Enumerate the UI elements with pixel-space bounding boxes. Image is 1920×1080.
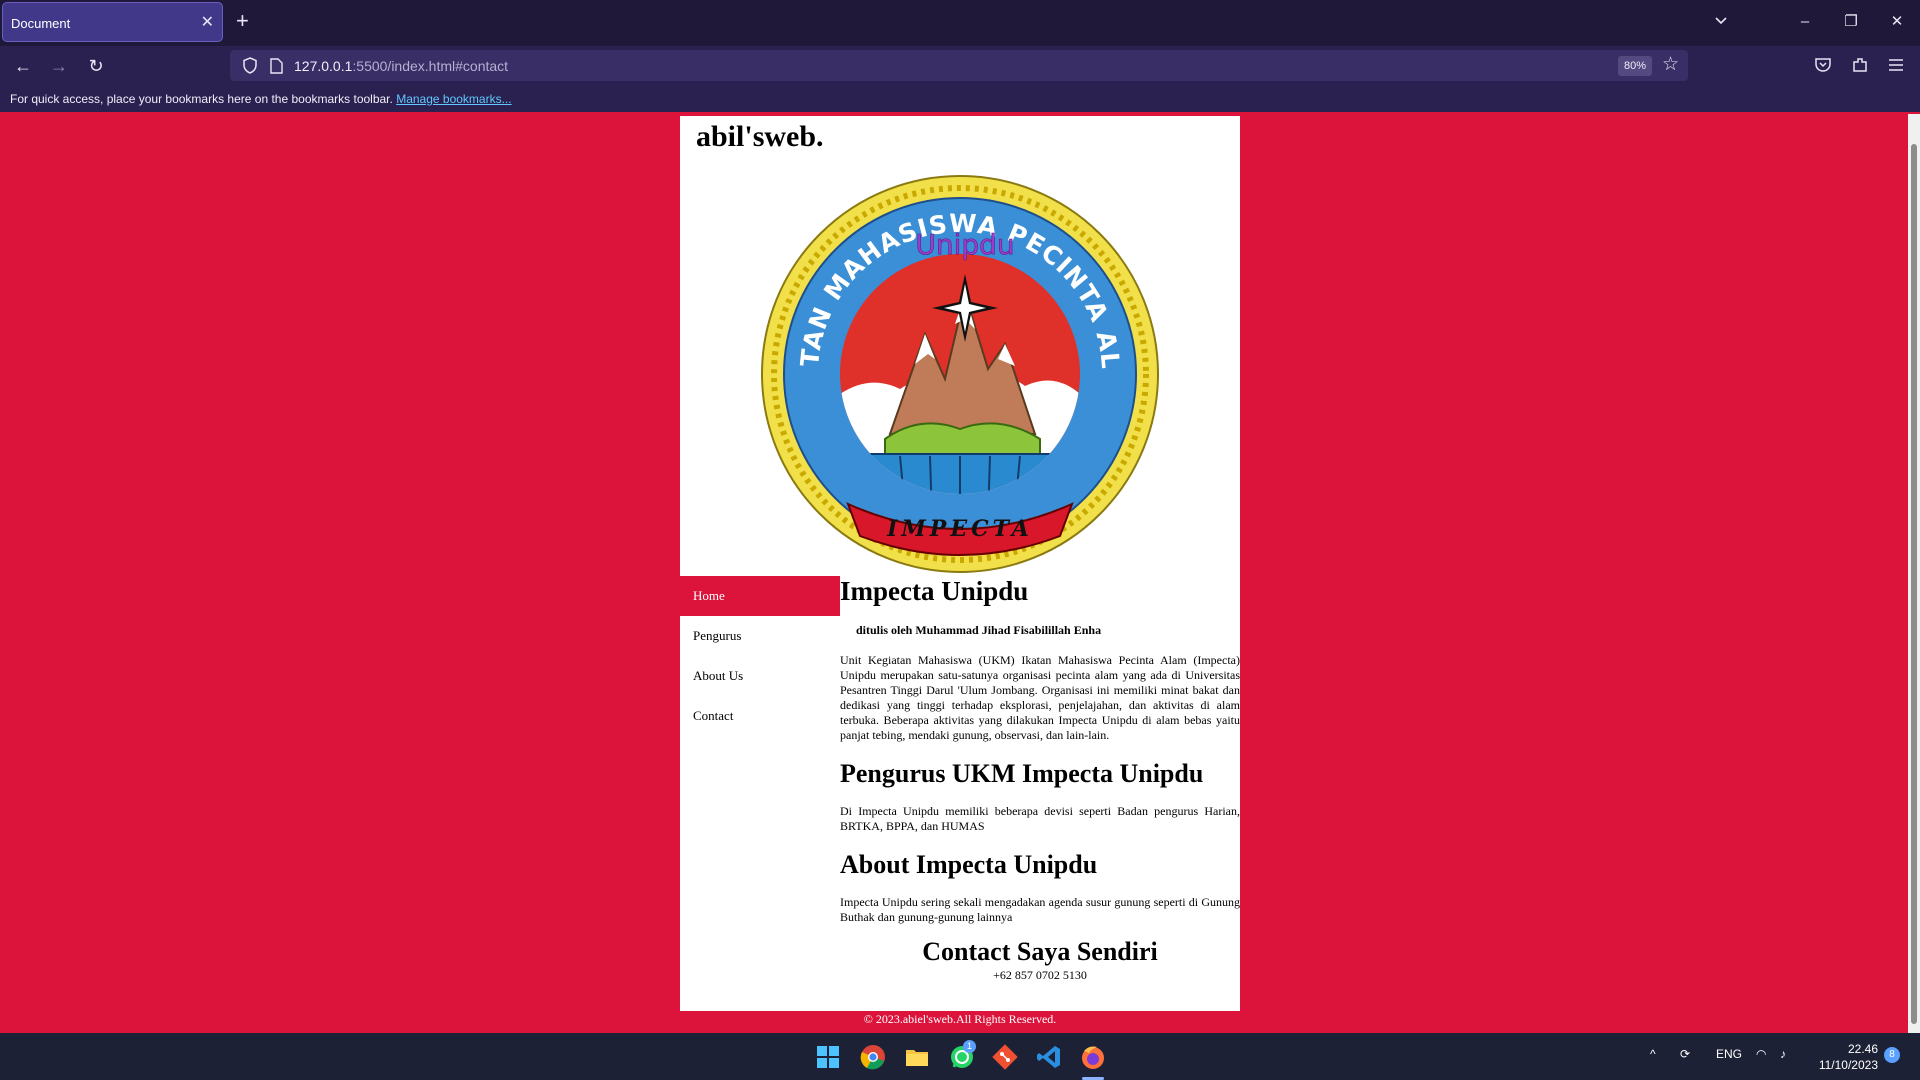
bookmarks-hint-text: For quick access, place your bookmarks h… <box>10 92 393 106</box>
url-host: 127.0.0.1 <box>294 58 353 74</box>
volume-icon[interactable]: ♪ <box>1780 1047 1786 1061</box>
reload-icon[interactable]: ↻ <box>84 54 108 78</box>
manage-bookmarks-link[interactable]: Manage bookmarks... <box>396 92 511 106</box>
taskbar: 1 ^ ⟳ ENG ◠ ♪ 22.46 11/10/2023 8 <box>0 1033 1920 1080</box>
whatsapp-badge: 1 <box>963 1040 976 1053</box>
sync-icon[interactable]: ⟳ <box>1680 1047 1690 1061</box>
address-bar[interactable]: 127.0.0.1:5500/index.html#contact 80% ☆ <box>230 50 1688 81</box>
chevron-down-icon[interactable] <box>1713 12 1729 28</box>
author-byline: ditulis oleh Muhammad Jihad Fisabilillah… <box>856 623 1102 637</box>
site-brand[interactable]: abil'sweb. <box>696 120 824 154</box>
navigation-toolbar: ← → ↻ 127.0.0.1:5500/index.html#contact … <box>0 46 1920 84</box>
page-scrollbar[interactable] <box>1908 114 1920 1033</box>
file-explorer-icon[interactable] <box>903 1043 931 1071</box>
firefox-icon[interactable] <box>1079 1043 1107 1071</box>
tab-close-icon[interactable]: ✕ <box>201 12 214 32</box>
title-bar: Document ✕ + – ❐ ✕ <box>0 0 1920 46</box>
logo-subtitle: Unipdu <box>915 228 1014 261</box>
new-tab-icon[interactable]: + <box>236 9 249 33</box>
star-icon[interactable]: ☆ <box>1662 53 1679 76</box>
system-clock[interactable]: 22.46 11/10/2023 <box>1812 1041 1878 1073</box>
section-title-pengurus: Pengurus UKM Impecta Unipdu <box>840 759 1204 788</box>
nav-item-about-us[interactable]: About Us <box>680 656 840 696</box>
sidebar-nav: Home Pengurus About Us Contact <box>680 576 840 736</box>
bookmarks-toolbar: For quick access, place your bookmarks h… <box>0 84 1920 112</box>
shield-icon[interactable] <box>242 57 258 74</box>
menu-icon[interactable] <box>1887 56 1905 74</box>
nav-item-contact[interactable]: Contact <box>680 696 840 736</box>
browser-tab[interactable]: Document ✕ <box>2 2 223 42</box>
wifi-icon[interactable]: ◠ <box>1756 1047 1766 1061</box>
git-icon[interactable] <box>991 1043 1019 1071</box>
restore-icon[interactable]: ❐ <box>1836 8 1866 36</box>
windows-start-icon[interactable] <box>814 1043 842 1071</box>
clock-time: 22.46 <box>1847 1042 1878 1056</box>
close-icon[interactable]: ✕ <box>1882 8 1912 36</box>
clock-date: 11/10/2023 <box>1818 1058 1878 1072</box>
bookmarks-hint: For quick access, place your bookmarks h… <box>10 92 512 106</box>
contact-phone: +62 857 0702 5130 <box>993 968 1087 982</box>
logo-banner-text: IMPECTA <box>886 516 1033 542</box>
section-title-about: About Impecta Unipdu <box>840 850 1098 879</box>
section-title-impecta: Impecta Unipdu <box>840 576 1029 606</box>
page-container: abil'sweb. IKATAN MAHASISWA PECINTA ALAM… <box>680 116 1240 1011</box>
main-content: Impecta Unipdu ditulis oleh Muhammad Jih… <box>840 576 1240 983</box>
extensions-icon[interactable] <box>1851 56 1869 74</box>
nav-item-pengurus[interactable]: Pengurus <box>680 616 840 656</box>
intro-paragraph: Unit Kegiatan Mahasiswa (UKM) Ikatan Mah… <box>840 653 1240 742</box>
impecta-logo: IKATAN MAHASISWA PECINTA ALAM Unipdu IMP… <box>760 174 1159 573</box>
url-text[interactable]: 127.0.0.1:5500/index.html#contact <box>294 58 508 74</box>
scrollbar-thumb[interactable] <box>1911 144 1917 1024</box>
url-path: :5500/index.html#contact <box>352 58 509 74</box>
vscode-icon[interactable] <box>1035 1043 1063 1071</box>
forward-icon: → <box>50 56 68 76</box>
about-paragraph: Impecta Unipdu sering sekali mengadakan … <box>840 895 1240 924</box>
pocket-icon[interactable] <box>1814 56 1832 74</box>
tab-title: Document <box>11 16 71 31</box>
chrome-icon[interactable] <box>859 1043 887 1071</box>
page-icon[interactable] <box>270 58 283 74</box>
chevron-up-icon[interactable]: ^ <box>1650 1047 1656 1061</box>
page-footer: © 2023.abiel'sweb.All Rights Reserved. <box>863 1012 1057 1026</box>
pengurus-paragraph: Di Impecta Unipdu memiliki beberapa devi… <box>840 804 1240 833</box>
back-icon[interactable]: ← <box>11 54 35 78</box>
notification-badge[interactable]: 8 <box>1884 1047 1900 1063</box>
zoom-level-badge[interactable]: 80% <box>1618 56 1652 76</box>
contact-title: Contact Saya Sendiri <box>922 937 1158 966</box>
minimize-icon[interactable]: – <box>1790 8 1820 36</box>
language-indicator[interactable]: ENG <box>1716 1047 1742 1061</box>
nav-item-home[interactable]: Home <box>680 576 840 616</box>
